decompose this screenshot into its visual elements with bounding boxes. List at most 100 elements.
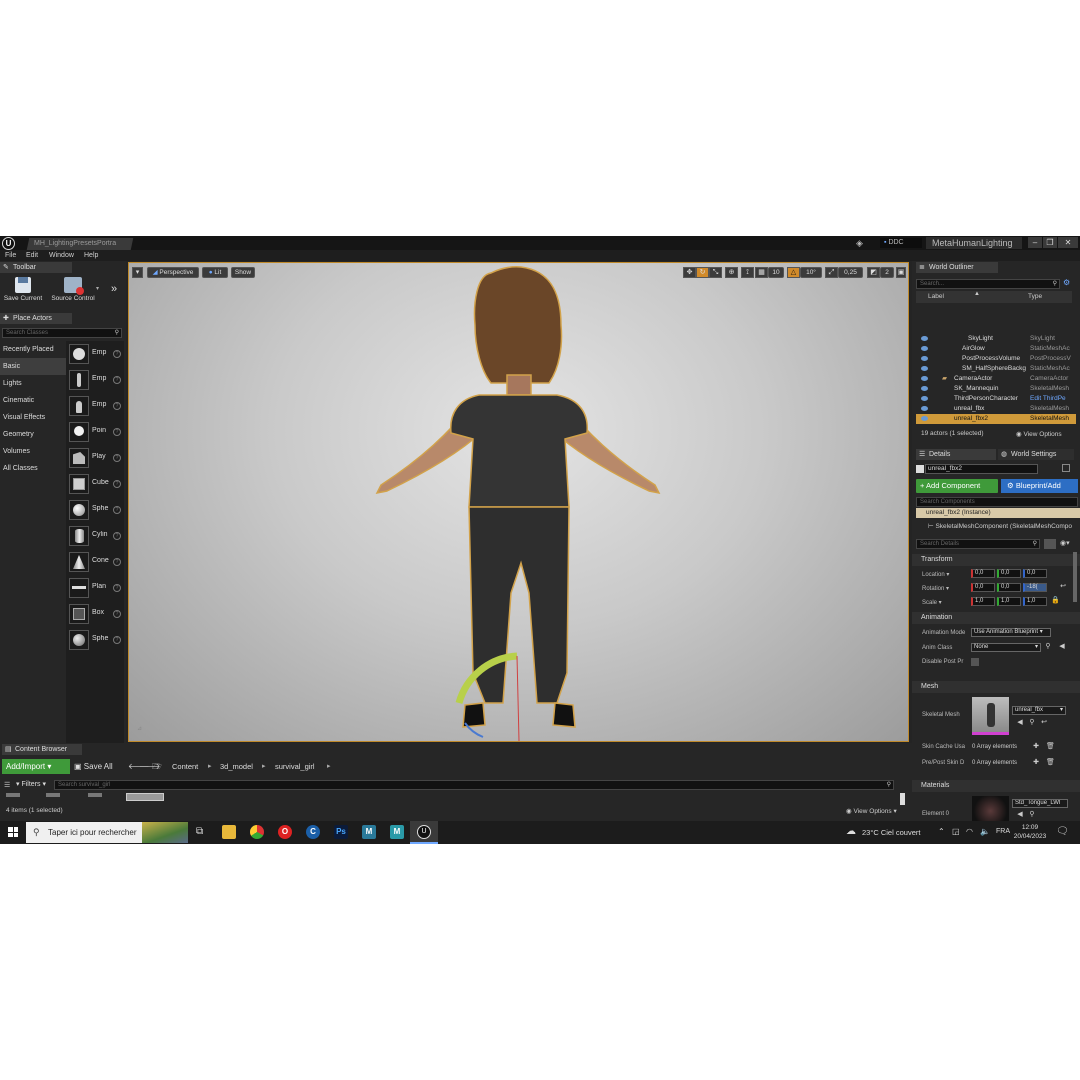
label-column-header[interactable]: Label bbox=[928, 293, 944, 300]
world-outliner-tab[interactable]: ≣ World Outliner bbox=[916, 262, 998, 273]
content-search-input[interactable]: Search survival_girl ⚲ bbox=[54, 780, 894, 790]
scale-z-field[interactable]: 1,0 bbox=[1023, 597, 1047, 606]
source-control-button[interactable]: Source Control bbox=[47, 277, 99, 307]
disable-post-process-checkbox[interactable] bbox=[971, 658, 979, 666]
add-import-button[interactable]: Add/Import ▾ bbox=[2, 759, 70, 774]
content-browser-tab[interactable]: ▤ Content Browser bbox=[2, 744, 82, 755]
asset-tile[interactable] bbox=[88, 793, 102, 797]
category-lights[interactable]: Lights bbox=[0, 375, 66, 392]
browse-asset-icon[interactable]: ⚲ bbox=[1028, 719, 1036, 727]
outliner-row-skylight[interactable]: SkyLight SkyLight bbox=[916, 334, 1076, 344]
tray-chevron-up-icon[interactable]: ⌃ bbox=[938, 827, 945, 836]
taskbar-clock[interactable]: 12:09 20/04/2023 bbox=[1012, 823, 1048, 841]
add-element-icon[interactable]: ✚ bbox=[1032, 759, 1040, 767]
menu-edit[interactable]: Edit bbox=[26, 250, 38, 261]
help-icon[interactable]: ? bbox=[113, 610, 121, 618]
help-icon[interactable]: ? bbox=[113, 480, 121, 488]
app-m2-icon[interactable]: M bbox=[390, 825, 404, 839]
asset-tile[interactable] bbox=[6, 793, 20, 797]
help-icon[interactable]: ? bbox=[113, 506, 121, 514]
unreal-taskbar-button[interactable]: U bbox=[410, 821, 438, 844]
category-cinematic[interactable]: Cinematic bbox=[0, 392, 66, 409]
notification-icon[interactable]: 🗨 bbox=[1056, 826, 1069, 837]
blueprint-add-script-button[interactable]: ⚙ Blueprint/Add bbox=[1001, 479, 1078, 493]
outliner-row-unreal-fbx[interactable]: unreal_fbx SkeletalMesh bbox=[916, 404, 1076, 414]
rotation-y-field[interactable]: 0,0 bbox=[997, 583, 1021, 592]
minimize-button[interactable]: – bbox=[1028, 237, 1042, 248]
category-volumes[interactable]: Volumes bbox=[0, 443, 66, 460]
sources-toggle-icon[interactable]: ☰ bbox=[4, 781, 10, 789]
animation-mode-dropdown[interactable]: Use Animation Blueprint ▾ bbox=[971, 628, 1051, 637]
search-components-input[interactable]: Search Components bbox=[916, 497, 1078, 507]
ddc-indicator[interactable]: ▪ DDC bbox=[880, 238, 922, 248]
place-actors-tab[interactable]: ✚ Place Actors bbox=[0, 313, 72, 324]
maximize-button[interactable]: ❐ bbox=[1043, 237, 1057, 248]
scale-label[interactable]: Scale ▾ bbox=[922, 599, 942, 606]
outliner-search-input[interactable]: Search... ⚲ bbox=[916, 279, 1060, 289]
actor-player-start[interactable]: Play ? bbox=[66, 445, 124, 471]
taskbar-search-box[interactable]: ⚲ Taper ici pour rechercher bbox=[26, 822, 188, 843]
save-current-button[interactable]: Save Current bbox=[0, 277, 46, 307]
cortana-c-icon[interactable]: C bbox=[306, 825, 320, 839]
visibility-eye-icon[interactable] bbox=[921, 416, 928, 421]
animation-section-header[interactable]: Animation bbox=[912, 612, 1080, 624]
materials-section-header[interactable]: Materials bbox=[912, 780, 1080, 792]
outliner-row-unreal-fbx2[interactable]: unreal_fbx2 SkeletalMesh bbox=[916, 414, 1076, 424]
visibility-eye-icon[interactable] bbox=[921, 366, 928, 371]
use-selected-asset-icon[interactable]: ◀ bbox=[1016, 719, 1024, 727]
actor-empty-actor[interactable]: Emp ? bbox=[66, 341, 124, 367]
save-all-button[interactable]: ▣ Save All bbox=[74, 759, 113, 774]
scale-y-field[interactable]: 1,0 bbox=[997, 597, 1021, 606]
help-icon[interactable]: ? bbox=[113, 428, 121, 436]
category-all-classes[interactable]: All Classes bbox=[0, 460, 66, 477]
app-m-icon[interactable]: M bbox=[362, 825, 376, 839]
photoshop-icon[interactable]: Ps bbox=[334, 825, 348, 839]
weather-text[interactable]: 23°C Ciel couvert bbox=[862, 828, 920, 837]
location-y-field[interactable]: 0,0 bbox=[997, 569, 1021, 578]
skeletal-mesh-dropdown[interactable]: unreal_fbx ▾ bbox=[1012, 706, 1066, 715]
breadcrumb-survival-girl[interactable]: survival_girl bbox=[275, 762, 315, 771]
world-settings-tab[interactable]: ◍ World Settings bbox=[998, 449, 1074, 460]
content-view-options[interactable]: ◉ View Options ▾ bbox=[846, 807, 897, 815]
help-icon[interactable]: ? bbox=[113, 636, 121, 644]
asset-tile[interactable] bbox=[46, 793, 60, 797]
rotation-z-field[interactable]: -18( bbox=[1023, 583, 1047, 592]
windows-start-icon[interactable] bbox=[8, 827, 18, 837]
browse-icon[interactable]: ⚲ bbox=[1044, 643, 1052, 651]
level-tab[interactable]: MH_LightingPresetsPortra bbox=[26, 238, 134, 250]
actor-empty-character[interactable]: Emp ? bbox=[66, 367, 124, 393]
outliner-row-postprocessvolume[interactable]: PostProcessVolume PostProcessV bbox=[916, 354, 1076, 364]
filters-button[interactable]: ▾ Filters ▾ bbox=[16, 780, 46, 788]
skeletal-mesh-thumbnail[interactable] bbox=[972, 697, 1009, 735]
reset-rotation-icon[interactable]: ↩ bbox=[1059, 583, 1067, 591]
lock-selection-icon[interactable] bbox=[1062, 464, 1070, 472]
use-selected-icon[interactable]: ◀ bbox=[1058, 643, 1066, 651]
browse-material-icon[interactable]: ⚲ bbox=[1028, 811, 1036, 819]
chrome-icon[interactable] bbox=[250, 825, 264, 839]
source-control-status-icon[interactable]: ◈ bbox=[856, 238, 866, 248]
menu-file[interactable]: File bbox=[5, 250, 16, 261]
scale-lock-icon[interactable]: 🔒 bbox=[1051, 597, 1060, 605]
volume-icon[interactable]: 🔈 bbox=[980, 827, 990, 836]
help-icon[interactable]: ? bbox=[113, 532, 121, 540]
help-icon[interactable]: ? bbox=[113, 584, 121, 592]
outliner-row-cameraactor[interactable]: ▰ CameraActor CameraActor bbox=[916, 374, 1076, 384]
visibility-eye-icon[interactable] bbox=[921, 346, 928, 351]
delete-icon[interactable]: 🗑 bbox=[1046, 759, 1055, 767]
outliner-row-airglow[interactable]: AirGlow StaticMeshAc bbox=[916, 344, 1076, 354]
actor-name-field[interactable]: unreal_fbx2 bbox=[925, 464, 1038, 474]
content-scrollbar[interactable] bbox=[900, 793, 905, 805]
details-view-options-icon[interactable]: ◉▾ bbox=[1060, 539, 1070, 547]
actor-sphere-trigger[interactable]: Sphe ? bbox=[66, 627, 124, 653]
material-dropdown[interactable]: Std_Tongue_LWI bbox=[1012, 799, 1068, 808]
details-scrollbar[interactable] bbox=[1073, 552, 1077, 602]
scale-x-field[interactable]: 1,0 bbox=[971, 597, 995, 606]
visibility-eye-icon[interactable] bbox=[921, 406, 928, 411]
outliner-view-options[interactable]: ◉ View Options bbox=[1016, 430, 1062, 438]
help-icon[interactable]: ? bbox=[113, 376, 121, 384]
actor-cube[interactable]: Cube ? bbox=[66, 471, 124, 497]
actor-point-light[interactable]: Poin ? bbox=[66, 419, 124, 445]
actor-cylinder[interactable]: Cylin ? bbox=[66, 523, 124, 549]
add-element-icon[interactable]: ✚ bbox=[1032, 743, 1040, 751]
outliner-row-sk-mannequin[interactable]: SK_Mannequin SkeletalMesh bbox=[916, 384, 1076, 394]
